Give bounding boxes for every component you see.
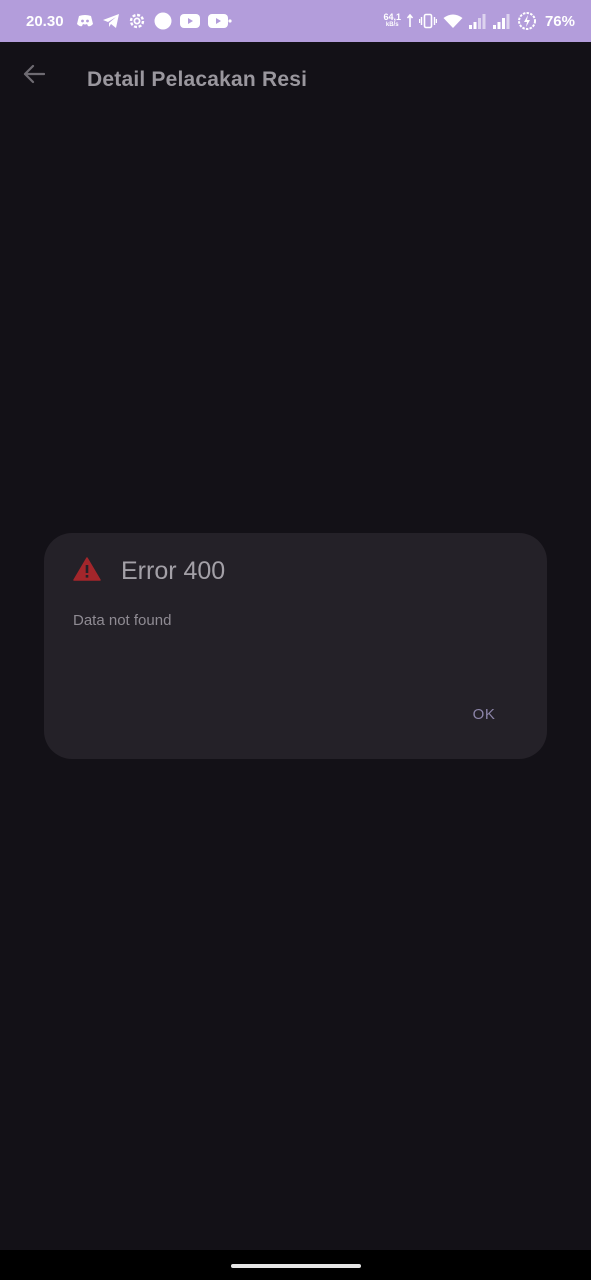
arrow-back-icon xyxy=(23,64,46,89)
network-speed: 64,1 kB/s xyxy=(383,13,401,29)
back-button[interactable] xyxy=(14,56,54,96)
signal-icon xyxy=(492,13,511,29)
youtube-icon xyxy=(179,14,200,28)
error-dialog: Error 400 Data not found OK xyxy=(44,533,547,759)
app-bar: Detail Pelacakan Resi xyxy=(0,42,591,120)
youtube-icon xyxy=(207,14,232,28)
status-time: 20.30 xyxy=(26,12,64,30)
battery-percentage: 76% xyxy=(544,12,575,30)
ok-button[interactable]: OK xyxy=(459,697,509,731)
page-title: Detail Pelacakan Resi xyxy=(87,68,308,91)
discord-icon xyxy=(76,14,94,28)
wifi-icon xyxy=(443,14,463,29)
system-icons: 64,1 kB/s 76% xyxy=(383,11,575,31)
screen: 20.30 64,1 kB/s 76% Detail Pelacakan Res… xyxy=(0,0,591,1280)
status-bar: 20.30 64,1 kB/s 76% xyxy=(0,0,591,42)
notification-icons xyxy=(76,12,232,30)
settings-cog-icon xyxy=(128,12,146,30)
vibrate-icon xyxy=(418,13,437,29)
home-indicator[interactable] xyxy=(231,1264,361,1268)
dialog-title: Error 400 xyxy=(121,557,226,585)
navigation-bar xyxy=(0,1250,591,1280)
telegram-icon xyxy=(102,13,120,29)
warning-triangle-icon xyxy=(73,557,101,586)
battery-charging-icon xyxy=(517,11,537,31)
signal-icon xyxy=(468,13,487,29)
upload-arrow-icon xyxy=(406,14,413,28)
circle-icon xyxy=(154,12,172,30)
network-speed-value: 64,1 xyxy=(383,12,401,22)
dialog-message: Data not found xyxy=(73,612,172,629)
network-speed-unit: kB/s xyxy=(385,22,399,28)
dialog-header: Error 400 xyxy=(73,557,225,586)
